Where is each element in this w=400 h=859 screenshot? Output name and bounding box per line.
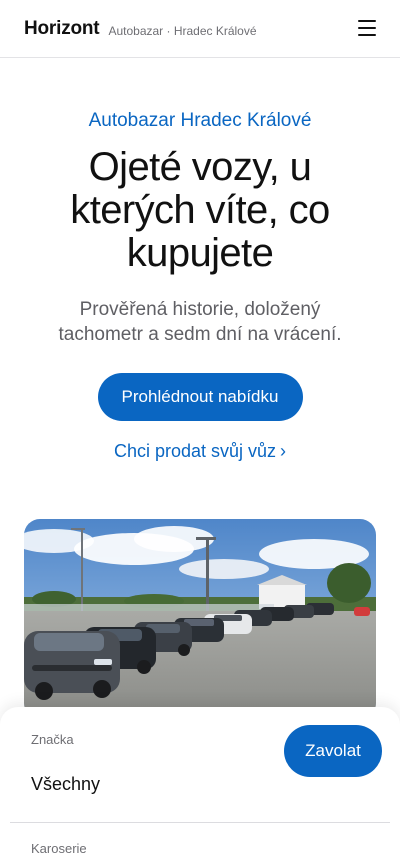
hero-headline: Ojeté vozy, u kterých víte, co kupujete bbox=[70, 145, 330, 275]
hero-eyebrow: Autobazar Hradec Králové bbox=[88, 110, 312, 131]
top-navigation-bar: Horizont Autobazar · Hradec Králové bbox=[0, 0, 400, 58]
chevron-right-icon: › bbox=[280, 441, 287, 461]
hero-lede: Prověřená historie, doložený tachometr a… bbox=[58, 299, 342, 345]
brand-subtitle: Autobazar · Hradec Králové bbox=[108, 23, 257, 38]
sell-car-link-label: Chci prodat svůj vůz bbox=[113, 441, 277, 461]
body-type-field-label[interactable]: Karoserie bbox=[31, 841, 87, 856]
hamburger-menu-icon[interactable] bbox=[358, 20, 376, 36]
hero-section: Autobazar Hradec Králové Ojeté vozy, u k… bbox=[0, 58, 400, 462]
brand-field-label: Značka bbox=[31, 732, 74, 747]
browse-offer-button[interactable]: Prohlédnout nabídku bbox=[97, 373, 303, 421]
brand-select[interactable]: Všechny bbox=[31, 774, 100, 795]
car-lot-photo bbox=[24, 519, 376, 719]
brand-logo[interactable]: Horizont bbox=[24, 18, 100, 40]
sell-car-link[interactable]: Chci prodat svůj vůz › bbox=[0, 441, 400, 462]
call-button[interactable]: Zavolat bbox=[284, 725, 382, 777]
field-divider bbox=[10, 822, 390, 823]
filter-sheet: Značka Všechny Karoserie Zavolat bbox=[0, 707, 400, 859]
